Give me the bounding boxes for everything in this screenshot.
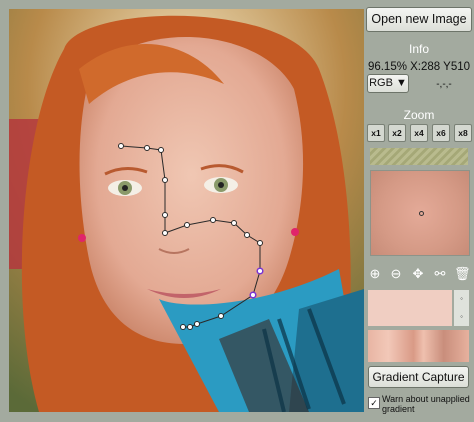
gradient-preview xyxy=(368,330,469,362)
color-swatch[interactable] xyxy=(368,290,452,326)
zoom-bar xyxy=(370,148,468,165)
color-values: -,-,- xyxy=(436,79,452,90)
warn-checkbox[interactable]: ✓ xyxy=(368,397,380,409)
minus-circle-icon[interactable]: ⊖ xyxy=(388,266,404,282)
zoom-x2-button[interactable]: x2 xyxy=(388,124,406,142)
move-icon[interactable]: ✥ xyxy=(410,266,426,282)
split-icon[interactable]: ⚯ xyxy=(432,266,448,282)
coords-readout: 96.15% X:288 Y510 xyxy=(367,61,471,73)
gradient-capture-button[interactable]: Gradient Capture xyxy=(368,366,469,388)
zoom-x4-button[interactable]: x4 xyxy=(410,124,428,142)
color-mode-select[interactable]: RGB ▼ xyxy=(367,74,409,93)
zoom-x6-button[interactable]: x6 xyxy=(432,124,450,142)
warn-label: Warn about unapplied gradient xyxy=(382,394,470,414)
info-title: Info xyxy=(408,42,429,56)
plus-circle-icon[interactable]: ⊕ xyxy=(367,266,383,282)
swatch-scrollbar[interactable]: ◦ ◦ xyxy=(454,290,469,326)
zoom-x8-button[interactable]: x8 xyxy=(454,124,472,142)
zoom-x1-button[interactable]: x1 xyxy=(367,124,385,142)
open-image-button[interactable]: Open new Image xyxy=(366,7,472,32)
side-panel: Open new Image Info 96.15% X:288 Y510 RG… xyxy=(366,4,472,418)
zoom-preview xyxy=(370,170,470,256)
zoom-cursor xyxy=(419,211,424,216)
trash-icon[interactable]: 🗑 xyxy=(454,266,471,282)
photo xyxy=(9,9,364,412)
image-canvas[interactable] xyxy=(9,9,364,412)
zoom-title: Zoom xyxy=(403,108,435,122)
